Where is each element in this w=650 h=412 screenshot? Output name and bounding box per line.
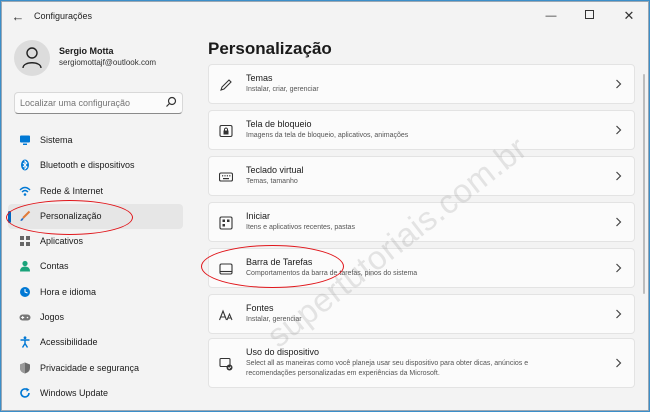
card-title: Fontes [246,303,274,313]
taskbar-icon [219,263,233,275]
gamepad-icon [19,314,31,321]
sidebar-item-rede[interactable]: Rede & Internet [8,179,183,204]
keyboard-icon [219,172,233,182]
bluetooth-icon [21,159,29,171]
card-uso-dispositivo[interactable]: Uso do dispositivo Select all as maneira… [208,338,635,388]
search-icon[interactable] [165,96,177,108]
card-tela-bloqueio[interactable]: Tela de bloqueio Imagens da tela de bloq… [208,110,635,150]
lock-screen-icon [219,124,233,138]
monitor-icon [20,135,30,145]
fonts-icon [219,309,233,321]
user-name: Sergio Motta [59,46,114,56]
sidebar-item-aplicativos[interactable]: Aplicativos [8,229,183,254]
sidebar-item-hora-idioma[interactable]: Hora e idioma [8,280,183,305]
wifi-icon [19,186,31,196]
sidebar-item-label: Sistema [40,135,73,145]
sidebar-item-label: Windows Update [40,387,109,398]
sidebar-item-label: Contas [40,261,69,272]
card-fontes[interactable]: Fontes Instalar, gerenciar [208,294,635,334]
card-subtitle: Comportamentos da barra de tarefas, pino… [246,270,418,277]
card-title: Tela de bloqueio [246,119,312,129]
window-title: Configurações [34,11,93,21]
user-profile[interactable]: Sergio Motta sergiomottajf@outlook.com [14,40,184,78]
card-subtitle: Imagens da tela de bloqueio, aplicativos… [246,132,409,139]
sidebar-nav: Sistema Bluetooth e dispositivos Rede & … [8,128,184,406]
chevron-right-icon [616,217,622,227]
sidebar-item-windows-update[interactable]: Windows Update [8,381,183,406]
close-icon[interactable]: ✕ [616,6,642,26]
card-title: Temas [246,73,273,83]
scrollbar[interactable] [643,74,645,294]
card-temas[interactable]: Temas Instalar, criar, gerenciar [208,64,635,104]
card-subtitle: Temas, tamanho [246,178,298,185]
chevron-right-icon [616,125,622,135]
sidebar-item-jogos[interactable]: Jogos [8,305,183,330]
sidebar-item-label: Jogos [40,312,65,323]
search-input[interactable] [20,96,160,110]
user-email: sergiomottajf@outlook.com [59,58,157,67]
person-icon [20,261,30,272]
card-title: Uso do dispositivo [246,347,320,357]
sidebar-item-acessibilidade[interactable]: Acessibilidade [8,330,183,355]
sidebar-item-personalizacao[interactable]: Personalização [8,203,183,230]
title-bar: ← Configurações — ✕ [2,2,648,32]
card-subtitle-line: recomendações personalizadas em experiên… [246,370,440,377]
update-icon [20,387,30,398]
start-grid-icon [219,216,233,230]
chevron-right-icon [616,171,622,181]
sidebar-item-label: Privacidade e segurança [40,362,140,373]
settings-window: ← Configurações — ✕ Sergio Motta sergiom… [1,1,649,411]
pen-icon [220,79,232,91]
settings-search[interactable] [14,92,183,114]
sidebar-item-label: Hora e idioma [40,286,97,297]
sidebar-item-label: Aplicativos [40,236,84,247]
card-iniciar[interactable]: Iniciar Itens e aplicativos recentes, pa… [208,202,635,242]
sidebar-item-label: Bluetooth e dispositivos [40,160,135,171]
sidebar-item-contas[interactable]: Contas [8,254,183,279]
card-subtitle-line: Select all as maneiras como você planeja… [246,360,529,367]
shield-icon [20,362,30,374]
card-title: Barra de Tarefas [246,257,313,267]
active-indicator [8,210,11,223]
card-subtitle: Instalar, criar, gerenciar [246,86,319,93]
chevron-right-icon [616,309,622,319]
sidebar-item-label: Rede & Internet [40,185,104,196]
card-barra-tarefas[interactable]: Barra de Tarefas Comportamentos da barra… [208,248,635,288]
device-usage-icon [219,357,233,371]
sidebar-item-sistema[interactable]: Sistema [8,128,183,153]
maximize-icon[interactable] [576,6,602,26]
chevron-right-icon [616,358,622,368]
chevron-right-icon [616,79,622,89]
card-title: Iniciar [246,211,271,221]
chevron-right-icon [616,263,622,273]
sidebar-item-bluetooth[interactable]: Bluetooth e dispositivos [8,153,183,178]
sidebar-item-label: Acessibilidade [40,337,98,348]
card-subtitle: Itens e aplicativos recentes, pastas [246,224,355,231]
accessibility-icon [20,336,30,349]
page-title: Personalização [208,39,332,58]
avatar [14,40,50,76]
back-arrow-icon[interactable]: ← [10,9,26,25]
card-subtitle: Instalar, gerenciar [246,316,302,323]
globe-clock-icon [20,286,30,297]
person-icon [22,47,42,69]
card-teclado-virtual[interactable]: Teclado virtual Temas, tamanho [208,156,635,196]
sidebar-item-label: Personalização [40,210,102,221]
minimize-icon[interactable]: — [538,6,564,26]
apps-icon [20,236,30,247]
card-subtitle: Select all as maneiras como você planeja… [246,359,528,379]
brush-icon [20,210,31,221]
card-title: Teclado virtual [246,165,304,175]
sidebar-item-privacidade[interactable]: Privacidade e segurança [8,356,183,381]
